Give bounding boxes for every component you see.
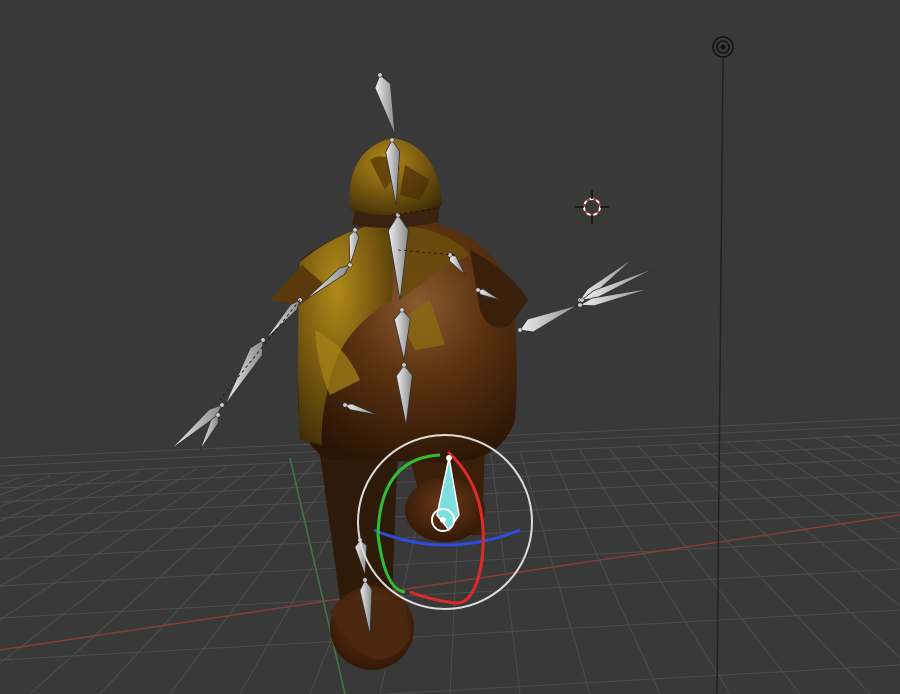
lamp-line	[716, 57, 724, 694]
bone-joint-19[interactable]	[362, 577, 368, 583]
bone-joint-0[interactable]	[377, 72, 383, 78]
bone-joint-10[interactable]	[215, 412, 221, 418]
3d-viewport[interactable]	[0, 0, 900, 694]
bone-8[interactable]	[224, 339, 264, 406]
bone-joint-9[interactable]	[219, 402, 225, 408]
bone-joint-13[interactable]	[517, 327, 523, 333]
3d-cursor-icon[interactable]	[575, 190, 609, 224]
viewport-canvas[interactable]	[0, 0, 900, 694]
bone-joint-1[interactable]	[389, 137, 395, 143]
bone-0[interactable]	[374, 74, 396, 136]
bone-joint-15[interactable]	[579, 297, 585, 303]
bone-joint-17[interactable]	[342, 402, 348, 408]
bone-13[interactable]	[519, 304, 579, 333]
bone-joint-8[interactable]	[260, 337, 266, 343]
bone-joint-11[interactable]	[447, 252, 453, 258]
bone-joint-5[interactable]	[352, 227, 358, 233]
bone-joint-2[interactable]	[395, 212, 401, 218]
bone-joint-6[interactable]	[347, 262, 353, 268]
bone-joint-16[interactable]	[577, 302, 583, 308]
bone-joint-12[interactable]	[475, 287, 481, 293]
bone-joint-4[interactable]	[401, 362, 407, 368]
bone-joint-3[interactable]	[399, 307, 405, 313]
